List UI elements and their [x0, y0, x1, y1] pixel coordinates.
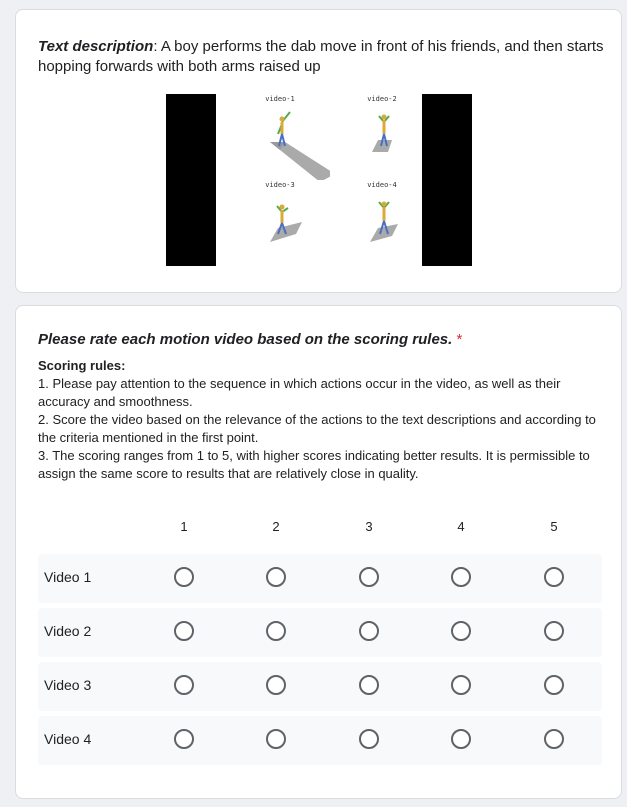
grid-row-video-4: Video 4: [38, 716, 602, 765]
description-card: Text description: A boy performs the dab…: [15, 9, 622, 293]
column-header-4: 4: [457, 519, 465, 534]
video-preview[interactable]: video-1 video-2 video-3 video-4: [166, 94, 472, 266]
grid-column-headers: 1 2 3 4 5: [38, 519, 602, 539]
row-label: Video 2: [44, 623, 92, 639]
radio-video-2-score-4[interactable]: [451, 621, 471, 641]
video-4-label: video-4: [367, 181, 397, 189]
video-1-label: video-1: [265, 95, 295, 103]
video-4-panel: video-4: [332, 180, 432, 266]
question-title-text: Please rate each motion video based on t…: [38, 331, 453, 348]
grid-row-video-1: Video 1: [38, 554, 602, 603]
column-header-5: 5: [550, 519, 558, 534]
column-header-1: 1: [180, 519, 188, 534]
radio-video-4-score-5[interactable]: [544, 729, 564, 749]
video-1-panel: video-1: [230, 94, 330, 180]
grid-row-video-2: Video 2: [38, 608, 602, 657]
text-description: Text description: A boy performs the dab…: [38, 37, 608, 77]
radio-video-3-score-2[interactable]: [266, 675, 286, 695]
scoring-rule-1: 1. Please pay attention to the sequence …: [38, 376, 561, 409]
column-header-3: 3: [365, 519, 373, 534]
row-label: Video 1: [44, 569, 92, 585]
video-4-figure: [370, 201, 398, 242]
video-2-figure: [372, 114, 392, 152]
row-label: Video 3: [44, 677, 92, 693]
video-letterbox-left: [166, 94, 216, 266]
radio-video-1-score-3[interactable]: [359, 567, 379, 587]
radio-video-4-score-1[interactable]: [174, 729, 194, 749]
radio-video-3-score-1[interactable]: [174, 675, 194, 695]
required-asterisk: *: [456, 331, 463, 348]
scoring-rules-heading: Scoring rules:: [38, 358, 126, 373]
radio-video-2-score-1[interactable]: [174, 621, 194, 641]
radio-video-4-score-4[interactable]: [451, 729, 471, 749]
video-3-label: video-3: [265, 181, 295, 189]
grid-row-video-3: Video 3: [38, 662, 602, 711]
video-2-label: video-2: [367, 95, 397, 103]
radio-video-1-score-1[interactable]: [174, 567, 194, 587]
description-lead: Text description: [38, 38, 154, 55]
question-title: Please rate each motion video based on t…: [38, 331, 462, 348]
radio-video-2-score-5[interactable]: [544, 621, 564, 641]
radio-video-3-score-3[interactable]: [359, 675, 379, 695]
radio-video-1-score-2[interactable]: [266, 567, 286, 587]
rating-question-card: Please rate each motion video based on t…: [15, 305, 622, 799]
radio-video-1-score-4[interactable]: [451, 567, 471, 587]
row-label: Video 4: [44, 731, 92, 747]
scoring-rule-2: 2. Score the video based on the relevanc…: [38, 412, 596, 445]
scoring-rules: Scoring rules: 1. Please pay attention t…: [38, 357, 608, 483]
radio-video-3-score-5[interactable]: [544, 675, 564, 695]
video-1-figure: [270, 111, 330, 180]
radio-video-4-score-3[interactable]: [359, 729, 379, 749]
video-3-panel: video-3: [230, 180, 330, 266]
column-header-2: 2: [272, 519, 280, 534]
radio-video-1-score-5[interactable]: [544, 567, 564, 587]
video-2-panel: video-2: [332, 94, 432, 180]
radio-video-2-score-2[interactable]: [266, 621, 286, 641]
radio-video-2-score-3[interactable]: [359, 621, 379, 641]
scoring-rule-3: 3. The scoring ranges from 1 to 5, with …: [38, 448, 590, 481]
radio-video-4-score-2[interactable]: [266, 729, 286, 749]
radio-video-3-score-4[interactable]: [451, 675, 471, 695]
video-3-figure: [270, 204, 302, 242]
